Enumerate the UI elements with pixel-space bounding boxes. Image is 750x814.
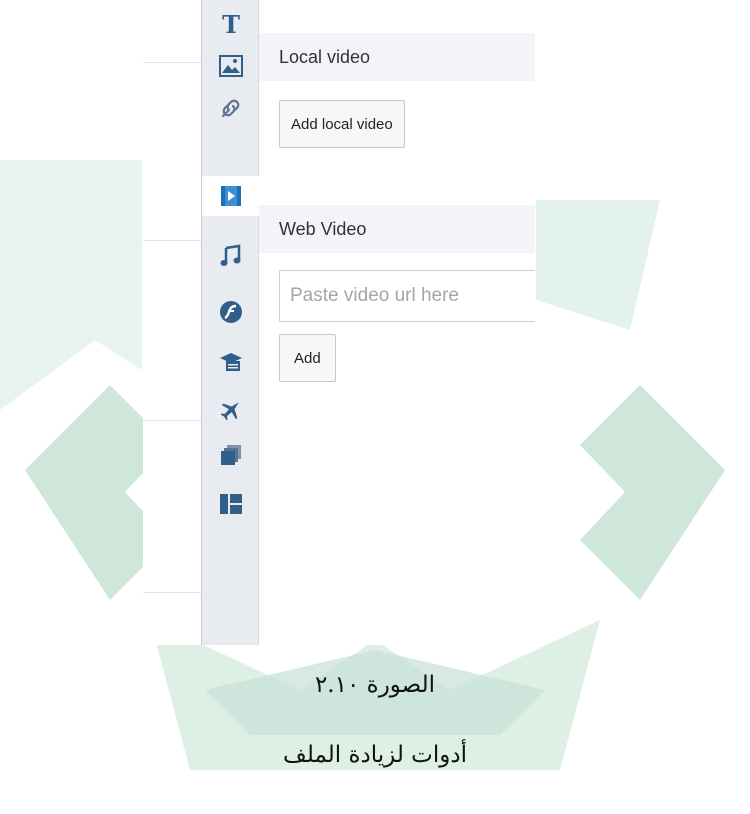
video-icon: [221, 186, 241, 206]
rail-item-image[interactable]: [202, 46, 260, 86]
editor-screenshot: T Local video Add local video Web Video …: [143, 0, 535, 645]
layout-icon: [220, 494, 242, 514]
airplane-icon: [220, 402, 239, 421]
add-local-video-button[interactable]: Add local video: [279, 100, 405, 148]
rail-item-layout[interactable]: [202, 484, 260, 524]
flash-icon: [220, 301, 242, 323]
video-url-input[interactable]: [279, 270, 535, 322]
graduation-cap-icon: [220, 353, 242, 371]
link-icon: [221, 99, 240, 118]
add-web-video-button[interactable]: Add: [279, 334, 336, 382]
local-video-title: Local video: [259, 33, 535, 81]
svg-text:T: T: [222, 11, 240, 37]
web-video-title: Web Video: [259, 205, 535, 253]
rail-item-music[interactable]: [202, 236, 260, 276]
rail-item-video[interactable]: [202, 176, 260, 216]
rail-item-link[interactable]: [202, 88, 260, 128]
rail-item-text[interactable]: T: [202, 4, 260, 44]
rail-item-gallery[interactable]: [202, 436, 260, 476]
image-icon: [219, 55, 243, 77]
text-icon: T: [222, 11, 240, 37]
video-panel: Local video Add local video Web Video Ad…: [259, 0, 535, 645]
figure-description: أدوات لزيادة الملف: [283, 742, 467, 768]
music-icon: [220, 244, 241, 266]
figure-label: الصورة ٢.١٠: [314, 672, 436, 698]
rail-item-course[interactable]: [202, 342, 260, 382]
canvas-edge: [143, 0, 201, 645]
tool-sidebar: T: [201, 0, 260, 645]
rail-item-flight[interactable]: [202, 390, 260, 430]
stack-icon: [221, 445, 241, 465]
rail-item-flash[interactable]: [202, 292, 260, 332]
